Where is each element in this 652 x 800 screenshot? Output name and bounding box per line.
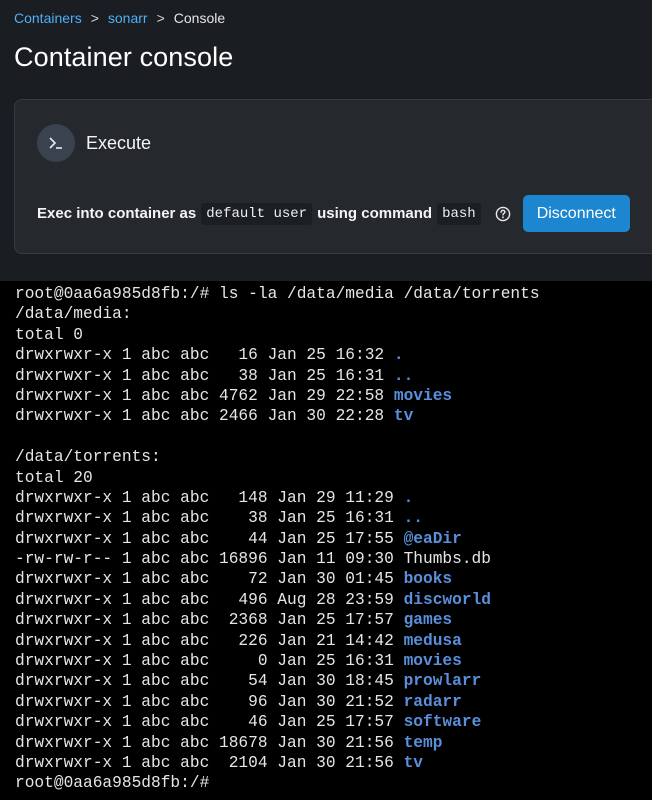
terminal-line: root@0aa6a985d8fb:/# xyxy=(15,773,540,793)
breadcrumb-link-sonarr[interactable]: sonarr xyxy=(108,10,148,26)
terminal-line-text: drwxrwxr-x 1 abc abc 44 Jan 25 17:55 xyxy=(15,529,404,548)
breadcrumb-current: Console xyxy=(173,10,226,26)
terminal-line: drwxrwxr-x 1 abc abc 18678 Jan 30 21:56 … xyxy=(15,733,540,753)
terminal-line-text: drwxrwxr-x 1 abc abc 2104 Jan 30 21:56 xyxy=(15,753,404,772)
terminal-line: drwxrwxr-x 1 abc abc 54 Jan 30 18:45 pro… xyxy=(15,671,540,691)
terminal-line: drwxrwxr-x 1 abc abc 16 Jan 25 16:32 . xyxy=(15,345,540,365)
help-circle-icon[interactable] xyxy=(495,206,511,222)
directory-name: books xyxy=(403,570,453,589)
terminal-line: drwxrwxr-x 1 abc abc 2368 Jan 25 17:57 g… xyxy=(15,610,540,630)
terminal-line: drwxrwxr-x 1 abc abc 4762 Jan 29 22:58 m… xyxy=(15,386,540,406)
exec-user-value: default user xyxy=(201,202,313,225)
terminal-line: drwxrwxr-x 1 abc abc 148 Jan 29 11:29 . xyxy=(15,488,540,508)
execute-panel: Execute Exec into container as default u… xyxy=(14,99,652,254)
terminal-line: drwxrwxr-x 1 abc abc 38 Jan 25 16:31 .. xyxy=(15,508,540,528)
terminal-line: drwxrwxr-x 1 abc abc 2104 Jan 30 21:56 t… xyxy=(15,753,540,773)
terminal-line-text: drwxrwxr-x 1 abc abc 18678 Jan 30 21:56 xyxy=(15,733,404,752)
terminal-output[interactable]: root@0aa6a985d8fb:/# ls -la /data/media … xyxy=(0,281,652,800)
breadcrumb-separator: > xyxy=(90,10,99,26)
terminal-line-text: drwxrwxr-x 1 abc abc 46 Jan 25 17:57 xyxy=(15,713,404,732)
directory-name: software xyxy=(403,713,482,732)
directory-name: movies xyxy=(403,652,462,671)
directory-name: prowlarr xyxy=(403,672,482,691)
terminal-line-text: -rw-rw-r-- 1 abc abc 16896 Jan 11 09:30 … xyxy=(15,550,491,569)
directory-name: . xyxy=(403,488,414,507)
terminal-line: drwxrwxr-x 1 abc abc 46 Jan 25 17:57 sof… xyxy=(15,712,540,732)
terminal-line-text: root@0aa6a985d8fb:/# ls -la /data/media … xyxy=(15,285,540,303)
terminal-line-text: root@0aa6a985d8fb:/# xyxy=(15,774,219,793)
exec-using-label: using command xyxy=(317,205,433,222)
terminal-line-text: drwxrwxr-x 1 abc abc 4762 Jan 29 22:58 xyxy=(15,386,394,405)
terminal-line-text: drwxrwxr-x 1 abc abc 496 Aug 28 23:59 xyxy=(15,590,404,609)
terminal-line-text: drwxrwxr-x 1 abc abc 2466 Jan 30 22:28 xyxy=(15,407,394,426)
directory-name: tv xyxy=(403,753,424,772)
terminal-line: root@0aa6a985d8fb:/# ls -la /data/media … xyxy=(15,284,540,304)
breadcrumb-separator: > xyxy=(156,10,165,26)
disconnect-button[interactable]: Disconnect xyxy=(522,195,630,232)
terminal-line-text: drwxrwxr-x 1 abc abc 16 Jan 25 16:32 xyxy=(15,346,394,365)
directory-name: discworld xyxy=(403,590,492,609)
terminal-line-text: drwxrwxr-x 1 abc abc 148 Jan 29 11:29 xyxy=(15,488,404,507)
terminal-line-text: drwxrwxr-x 1 abc abc 0 Jan 25 16:31 xyxy=(15,652,404,671)
terminal-line-text: /data/media: xyxy=(15,305,132,324)
exec-command-value: bash xyxy=(437,202,481,225)
terminal-prompt-icon xyxy=(37,124,75,162)
directory-name: .. xyxy=(403,509,424,528)
page-title: Container console xyxy=(14,42,234,72)
exec-row: Exec into container as default user usin… xyxy=(37,195,630,232)
terminal-line-text: drwxrwxr-x 1 abc abc 96 Jan 30 21:52 xyxy=(15,692,404,711)
terminal-line: drwxrwxr-x 1 abc abc 0 Jan 25 16:31 movi… xyxy=(15,651,540,671)
terminal-line-text: drwxrwxr-x 1 abc abc 54 Jan 30 18:45 xyxy=(15,672,404,691)
panel-header: Execute xyxy=(37,124,151,162)
terminal-line-text: /data/torrents: xyxy=(15,448,161,467)
breadcrumb: Containers > sonarr > Console xyxy=(14,10,225,26)
terminal-line-text: drwxrwxr-x 1 abc abc 226 Jan 21 14:42 xyxy=(15,631,404,650)
directory-name: radarr xyxy=(403,692,462,711)
terminal-line-text: drwxrwxr-x 1 abc abc 38 Jan 25 16:31 xyxy=(15,509,404,528)
terminal-line: drwxrwxr-x 1 abc abc 96 Jan 30 21:52 rad… xyxy=(15,692,540,712)
directory-name: .. xyxy=(393,366,414,385)
terminal-line: /data/media: xyxy=(15,304,540,324)
terminal-line: total 0 xyxy=(15,325,540,345)
directory-name: @eaDir xyxy=(403,529,462,548)
terminal-line: total 20 xyxy=(15,468,540,488)
directory-name: tv xyxy=(393,407,414,426)
terminal-line-text: total 0 xyxy=(15,325,83,344)
terminal-line-text: drwxrwxr-x 1 abc abc 72 Jan 30 01:45 xyxy=(15,570,404,589)
terminal-line: drwxrwxr-x 1 abc abc 72 Jan 30 01:45 boo… xyxy=(15,569,540,589)
terminal-line: drwxrwxr-x 1 abc abc 2466 Jan 30 22:28 t… xyxy=(15,406,540,426)
directory-name: . xyxy=(393,346,404,365)
terminal-line-text: drwxrwxr-x 1 abc abc 38 Jan 25 16:31 xyxy=(15,366,394,385)
exec-prefix-label: Exec into container as xyxy=(37,205,197,222)
directory-name: movies xyxy=(393,386,453,405)
terminal-lines: root@0aa6a985d8fb:/# ls -la /data/media … xyxy=(15,284,540,794)
directory-name: games xyxy=(403,611,453,630)
terminal-line: drwxrwxr-x 1 abc abc 496 Aug 28 23:59 di… xyxy=(15,590,540,610)
terminal-line: drwxrwxr-x 1 abc abc 44 Jan 25 17:55 @ea… xyxy=(15,529,540,549)
breadcrumb-link-containers[interactable]: Containers xyxy=(14,10,82,26)
terminal-line-text: total 20 xyxy=(15,468,93,487)
directory-name: temp xyxy=(403,733,443,752)
terminal-line: drwxrwxr-x 1 abc abc 38 Jan 25 16:31 .. xyxy=(15,366,540,386)
panel-title: Execute xyxy=(86,132,152,153)
terminal-line: /data/torrents: xyxy=(15,447,540,467)
directory-name: medusa xyxy=(403,631,462,650)
terminal-line-text: drwxrwxr-x 1 abc abc 2368 Jan 25 17:57 xyxy=(15,611,404,630)
terminal-line: drwxrwxr-x 1 abc abc 226 Jan 21 14:42 me… xyxy=(15,631,540,651)
terminal-line: -rw-rw-r-- 1 abc abc 16896 Jan 11 09:30 … xyxy=(15,549,540,569)
